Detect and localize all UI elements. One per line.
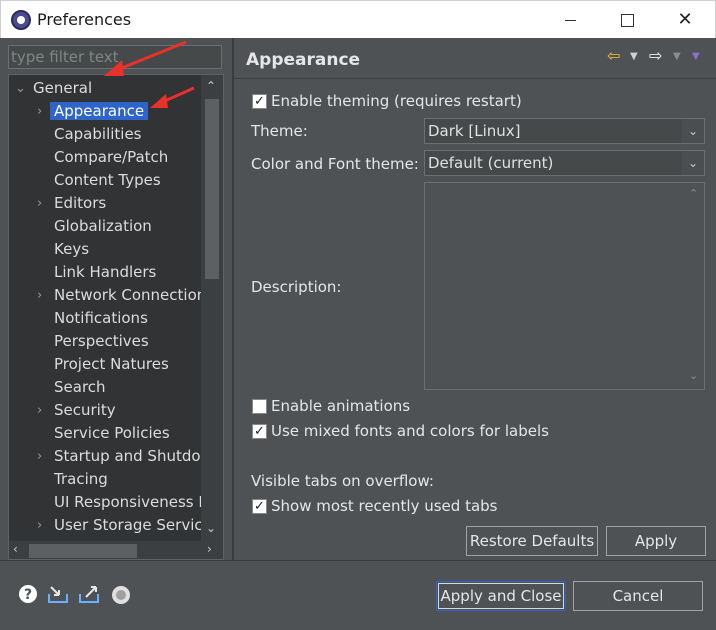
- chevron-down-icon[interactable]: ⌄: [15, 81, 26, 96]
- tree-item-label: General: [33, 79, 93, 97]
- scroll-down-icon[interactable]: ⌄: [689, 369, 698, 382]
- tree-item-label: UI Responsiveness M: [54, 493, 212, 511]
- description-area[interactable]: ⌃ ⌄: [424, 182, 705, 390]
- chevron-right-icon[interactable]: ›: [37, 518, 42, 533]
- tree-vertical-scrollbar[interactable]: ⌃ ⌄: [201, 75, 223, 543]
- show-mru-tabs-label: Show most recently used tabs: [271, 497, 498, 515]
- view-menu-icon[interactable]: ▼: [692, 51, 700, 62]
- tree-item-label: Link Handlers: [54, 263, 157, 281]
- help-icon[interactable]: ?: [17, 584, 39, 606]
- back-arrow-icon[interactable]: ⇦: [607, 46, 620, 65]
- svg-text:?: ?: [24, 587, 32, 603]
- tree-item-label: Appearance: [50, 102, 149, 120]
- footer-separator: [0, 560, 716, 561]
- tree-item-label: Keys: [54, 240, 90, 258]
- title-bar: Preferences ✕: [0, 0, 716, 38]
- scroll-left-icon[interactable]: ‹: [13, 542, 18, 556]
- tree-item-label: Editors: [54, 194, 107, 212]
- header-separator: [234, 78, 716, 79]
- import-icon[interactable]: [47, 584, 69, 606]
- window-title: Preferences: [37, 10, 132, 29]
- tree-item-label: Content Types: [54, 171, 161, 189]
- chevron-right-icon[interactable]: ›: [37, 403, 42, 418]
- theme-label: Theme:: [251, 122, 308, 140]
- enable-animations-label: Enable animations: [271, 397, 411, 415]
- forward-menu-chevron-icon[interactable]: ▼: [673, 51, 681, 62]
- scroll-thumb[interactable]: [205, 99, 219, 279]
- tree-horizontal-scrollbar[interactable]: ‹ ›: [9, 541, 223, 559]
- description-label: Description:: [251, 278, 342, 296]
- tree-item-label: Search: [54, 378, 106, 396]
- tree-item-label: Service Policies: [54, 424, 170, 442]
- color-font-theme-label: Color and Font theme:: [251, 155, 419, 173]
- tree-item-label: Startup and Shutdown: [54, 447, 223, 465]
- show-mru-tabs-checkbox[interactable]: ✓: [252, 499, 267, 514]
- chevron-right-icon[interactable]: ›: [37, 449, 42, 464]
- color-font-theme-select-value: Default (current): [428, 154, 554, 172]
- preferences-body: type filter text ⌄ General › Appearance Ca…: [0, 38, 716, 630]
- preferences-tree: ⌄ General › Appearance Capabilities Compare…: [8, 74, 224, 560]
- filter-input[interactable]: type filter text: [8, 45, 222, 69]
- forward-arrow-icon[interactable]: ⇨: [649, 46, 662, 65]
- mixed-fonts-label: Use mixed fonts and colors for labels: [271, 422, 549, 440]
- chevron-right-icon[interactable]: ›: [37, 196, 42, 211]
- restore-defaults-button[interactable]: Restore Defaults: [466, 526, 598, 556]
- enable-theming-checkbox[interactable]: ✓: [252, 94, 267, 109]
- visible-tabs-label: Visible tabs on overflow:: [251, 472, 434, 490]
- export-icon[interactable]: [78, 584, 100, 606]
- close-button[interactable]: ✕: [656, 1, 714, 39]
- scroll-thumb[interactable]: [29, 544, 137, 558]
- maximize-button[interactable]: [598, 1, 656, 39]
- scroll-down-icon[interactable]: ⌄: [206, 521, 216, 535]
- enable-theming-label: Enable theming (requires restart): [271, 92, 522, 110]
- tree-item-label: Perspectives: [54, 332, 149, 350]
- theme-select-value: Dark [Linux]: [428, 122, 521, 140]
- tree-item-label: Compare/Patch: [54, 148, 169, 166]
- back-menu-chevron-icon[interactable]: ▼: [630, 51, 638, 62]
- color-font-theme-select[interactable]: Default (current) ⌄: [424, 150, 705, 176]
- scroll-up-icon[interactable]: ⌃: [689, 187, 698, 200]
- tree-item-label: Globalization: [54, 217, 152, 235]
- eclipse-app-icon: [11, 10, 31, 30]
- cancel-button[interactable]: Cancel: [573, 581, 703, 611]
- mixed-fonts-checkbox[interactable]: ✓: [252, 424, 267, 439]
- scroll-right-icon[interactable]: ›: [207, 542, 212, 556]
- tree-item-label: Network Connection: [54, 286, 207, 304]
- tree-item-label: User Storage Service: [54, 516, 212, 534]
- tree-item-label: Security: [54, 401, 116, 419]
- theme-select[interactable]: Dark [Linux] ⌄: [424, 118, 705, 144]
- page-title: Appearance: [246, 50, 361, 70]
- tree-item-label: Project Natures: [54, 355, 169, 373]
- minimize-button[interactable]: [541, 1, 599, 39]
- chevron-right-icon[interactable]: ›: [37, 288, 42, 303]
- tree-item-label: Capabilities: [54, 125, 142, 143]
- description-scrollbar[interactable]: ⌃ ⌄: [686, 183, 704, 389]
- apply-button[interactable]: Apply: [606, 526, 706, 556]
- record-icon[interactable]: [110, 584, 132, 606]
- tree-item-label: Tracing: [54, 470, 108, 488]
- enable-animations-checkbox[interactable]: [252, 399, 267, 414]
- apply-and-close-button[interactable]: Apply and Close: [436, 581, 566, 611]
- tree-item-label: Notifications: [54, 309, 148, 327]
- chevron-down-icon[interactable]: ⌄: [682, 151, 704, 175]
- chevron-right-icon[interactable]: ›: [37, 104, 42, 119]
- chevron-down-icon[interactable]: ⌄: [682, 119, 704, 143]
- scroll-up-icon[interactable]: ⌃: [206, 79, 216, 93]
- pane-divider[interactable]: [232, 38, 234, 560]
